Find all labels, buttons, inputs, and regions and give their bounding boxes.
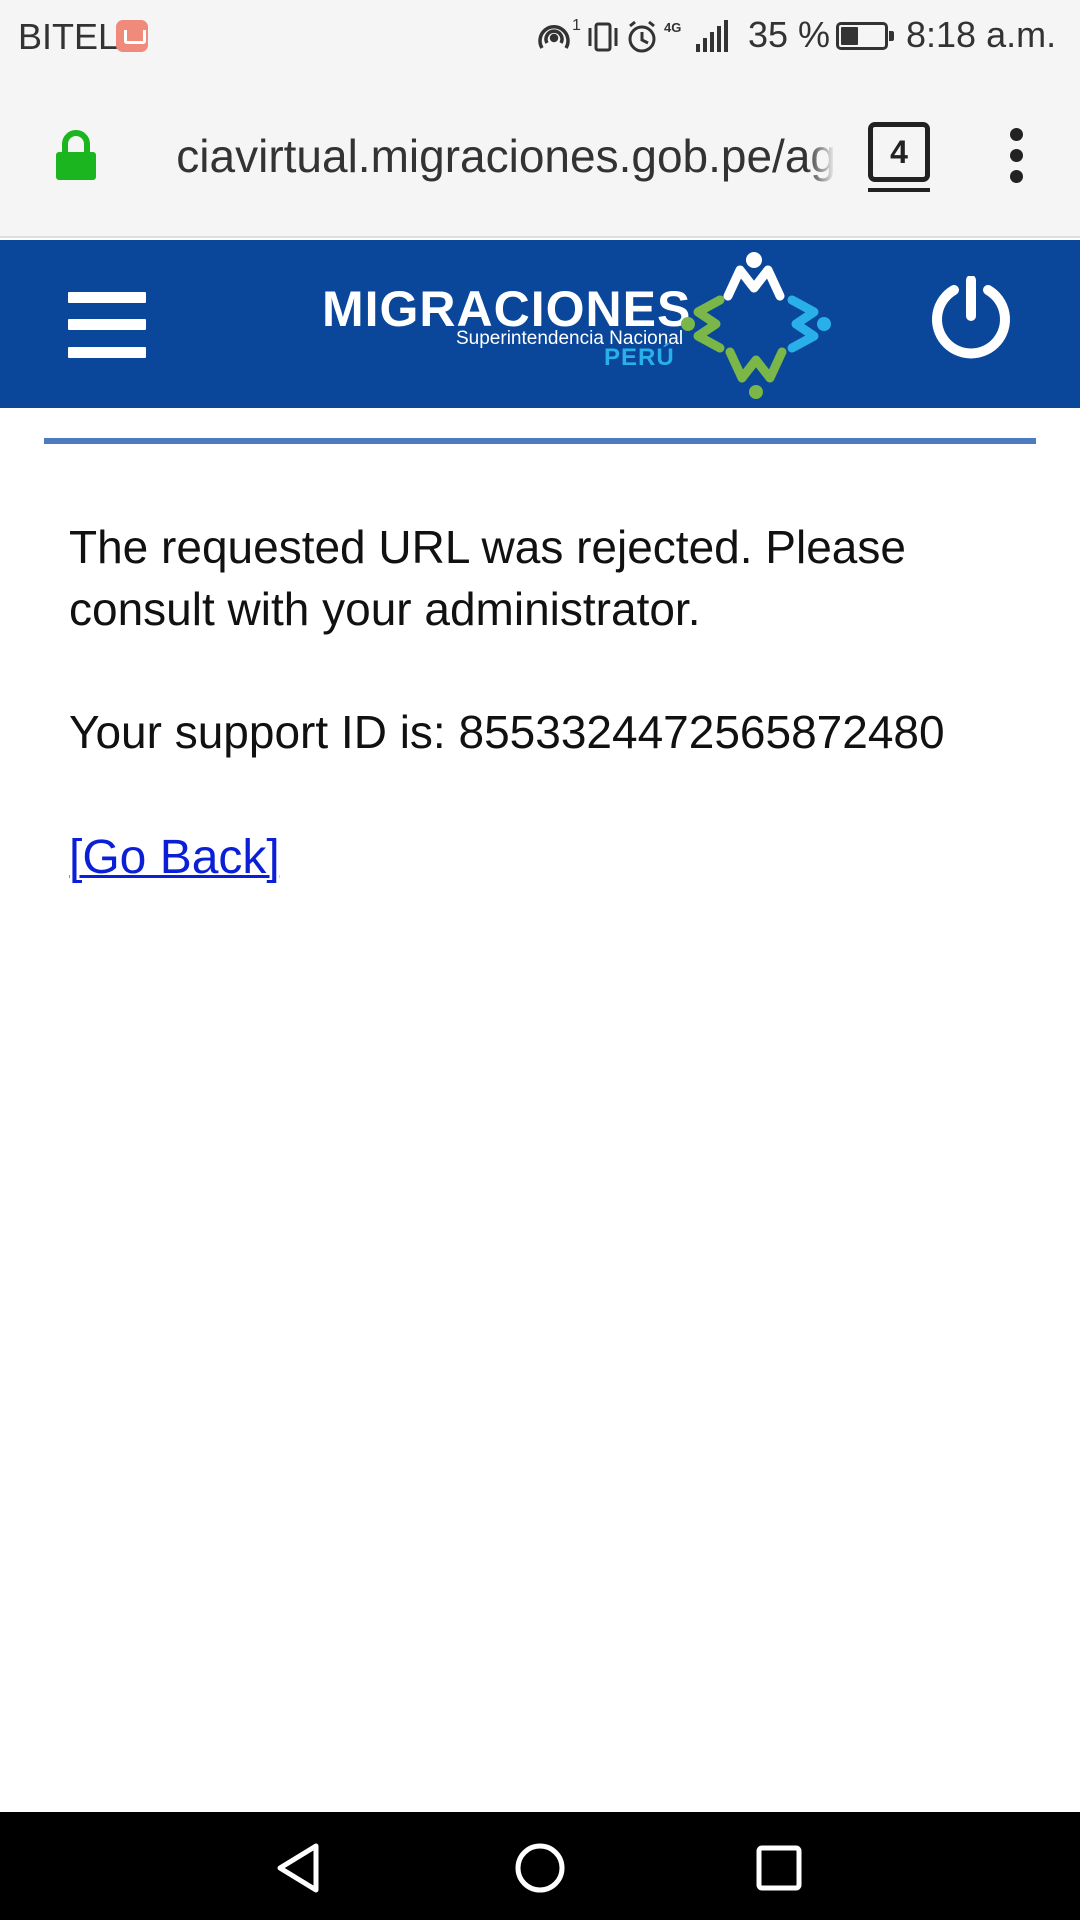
home-circle-icon[interactable]: [512, 1842, 568, 1894]
content-divider: [44, 438, 1036, 444]
url-text: ciavirtual.migraciones.gob.pe/ag: [176, 130, 836, 182]
browser-toolbar: ciavirtual.migraciones.gob.pe/ag 4: [0, 74, 1080, 238]
brand-country: PERÚ: [604, 344, 675, 371]
more-vert-icon[interactable]: [1000, 128, 1034, 184]
status-icons: 1 4G: [536, 18, 746, 54]
vibrate-icon: [588, 22, 618, 52]
site-header: MIGRACIONES Superintendencia Nacional PE…: [0, 240, 1080, 408]
tabs-button[interactable]: 4: [868, 122, 930, 182]
hamburger-menu-icon[interactable]: [68, 292, 146, 358]
hotspot-icon: [538, 25, 570, 49]
back-triangle-icon[interactable]: [272, 1842, 324, 1894]
network-type: 4G: [664, 20, 681, 35]
navigation-bar: [0, 1812, 1080, 1920]
clock: 8:18 a.m.: [906, 14, 1057, 55]
hotspot-badge: 1: [572, 18, 581, 34]
alarm-icon: [628, 20, 656, 53]
carrier-name: BITEL: [18, 16, 119, 57]
battery-icon: [836, 22, 894, 50]
recents-square-icon[interactable]: [754, 1842, 804, 1894]
error-message: The requested URL was rejected. Please c…: [69, 521, 906, 635]
lock-icon: [56, 130, 96, 180]
tabs-underline: [868, 188, 930, 192]
power-icon[interactable]: [928, 276, 1014, 362]
battery-percent: 35 %: [748, 14, 831, 55]
migraciones-logo-icon: [681, 252, 831, 399]
support-id: Your support ID is: 8553324472565872480: [69, 706, 945, 758]
status-bar: BITEL 1 4G 35 % 8:18 a.m.: [0, 0, 1080, 74]
signal-icon: [696, 20, 728, 52]
notification-icon: [116, 20, 148, 52]
url-bar[interactable]: ciavirtual.migraciones.gob.pe/ag: [128, 126, 836, 186]
go-back-link[interactable]: [Go Back]: [69, 830, 280, 885]
